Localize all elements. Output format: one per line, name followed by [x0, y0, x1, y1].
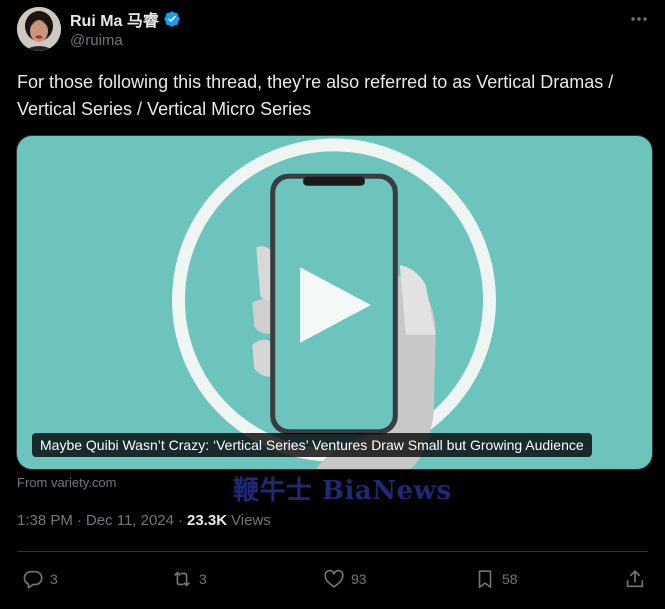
retweet-count: 3 [199, 571, 207, 587]
author-name[interactable]: Rui Ma 马睿 [70, 7, 159, 31]
card-title[interactable]: Maybe Quibi Wasn’t Crazy: ‘Vertical Seri… [32, 433, 592, 457]
like-count: 93 [351, 571, 367, 587]
reply-button[interactable]: 3 [22, 565, 58, 593]
retweet-button[interactable]: 3 [171, 565, 207, 593]
link-card[interactable]: Maybe Quibi Wasn’t Crazy: ‘Vertical Seri… [16, 135, 653, 470]
bookmark-icon [478, 570, 492, 589]
author-name-row[interactable]: Rui Ma 马睿 [70, 7, 181, 31]
heart-icon [324, 569, 344, 588]
more-icon[interactable] [629, 9, 649, 29]
tweet-time[interactable]: 1:38 PM [17, 512, 73, 529]
retweet-icon [174, 571, 190, 587]
avatar-image [17, 7, 61, 51]
watermark: 鞭牛士 BiaNews [233, 476, 452, 506]
share-button[interactable] [624, 565, 646, 593]
verified-badge-icon[interactable] [163, 10, 181, 28]
like-button[interactable]: 93 [323, 565, 367, 593]
card-source[interactable]: From variety.com [17, 475, 116, 490]
avatar[interactable] [17, 7, 61, 51]
views-label: Views [231, 512, 271, 529]
action-bar: 3 3 93 58 [0, 565, 665, 595]
author-handle[interactable]: @ruima [70, 32, 123, 49]
card-image [17, 136, 652, 469]
reply-icon [23, 570, 43, 589]
bookmark-count: 58 [502, 571, 518, 587]
tweet-text: For those following this thread, they’re… [17, 72, 614, 119]
views-count[interactable]: 23.3K [187, 512, 227, 529]
reply-count: 3 [50, 571, 58, 587]
tweet-date[interactable]: Dec 11, 2024 [86, 512, 174, 529]
divider [17, 551, 648, 552]
bookmark-button[interactable]: 58 [474, 565, 518, 593]
meta-separator: · [76, 512, 82, 529]
meta-separator-2: · [178, 512, 183, 529]
share-icon [626, 570, 644, 588]
tweet-meta: 1:38 PM · Dec 11, 2024 · 23.3K Views [17, 512, 271, 529]
tweet: Rui Ma 马睿 @ruima For those following thi… [0, 0, 665, 609]
